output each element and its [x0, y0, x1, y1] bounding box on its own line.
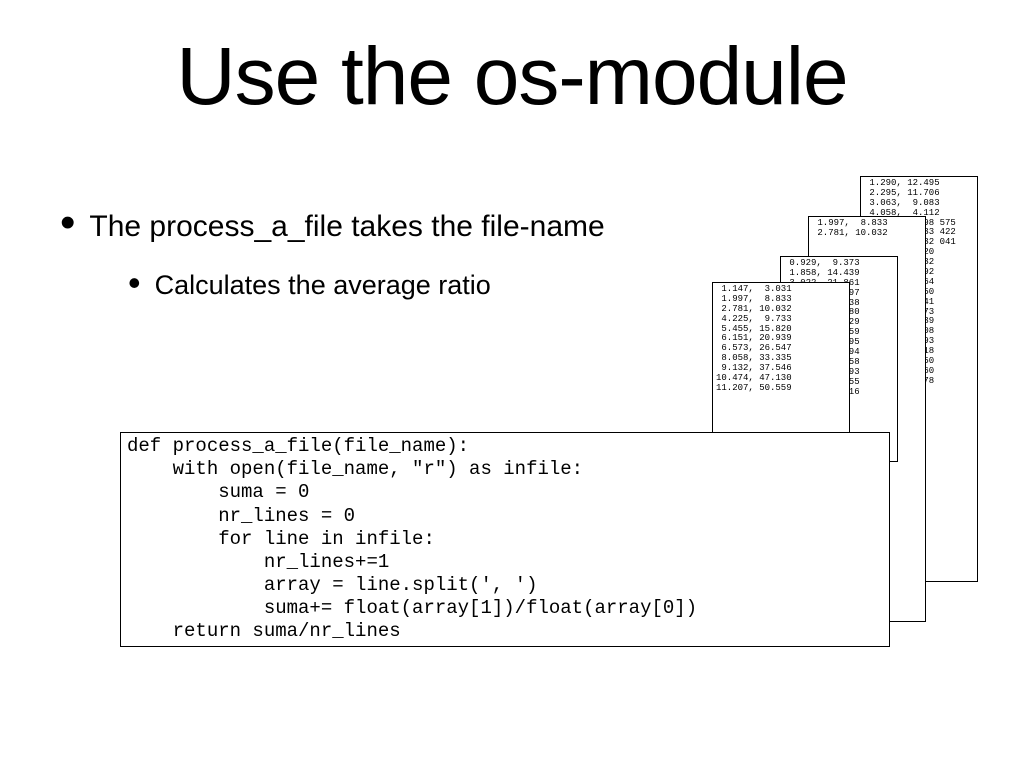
bullet-level-1: • The process_a_file takes the file-name [60, 210, 605, 244]
bullet-dot-icon: • [128, 270, 141, 295]
slide-title: Use the os-module [0, 30, 1024, 124]
slide: Use the os-module • The process_a_file t… [0, 0, 1024, 768]
code-block: def process_a_file(file_name): with open… [120, 432, 890, 647]
bullet-level-1-text: The process_a_file takes the file-name [89, 210, 604, 244]
bullet-level-2-text: Calculates the average ratio [155, 270, 491, 301]
bullet-level-2: • Calculates the average ratio [128, 270, 491, 301]
bullet-dot-icon: • [60, 210, 75, 236]
